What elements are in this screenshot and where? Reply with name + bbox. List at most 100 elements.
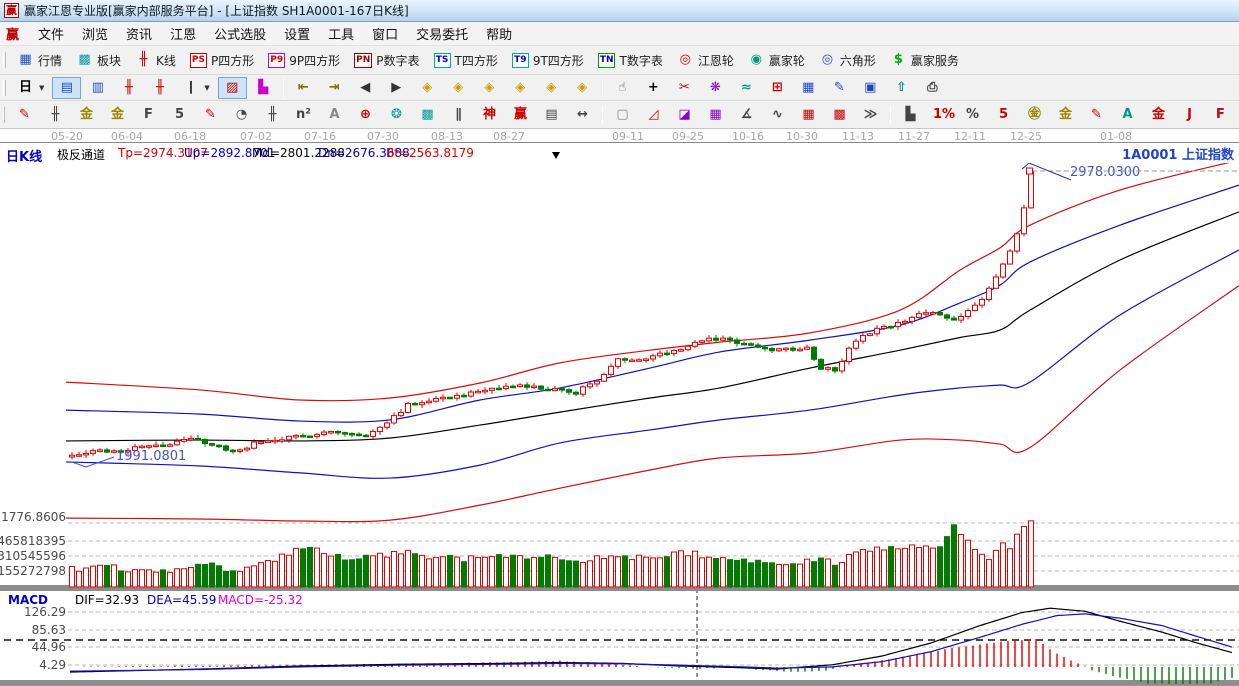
kline-chart[interactable]: 1776.8606465818395310545596155272798126.… [0, 163, 1239, 686]
gold-ratio-b-icon: 金 [109, 107, 126, 123]
candles-3-button[interactable]: ╫ [114, 77, 143, 99]
vscale-diamond-button[interactable]: ◈ [537, 77, 566, 99]
winner-service-button[interactable]: $赢家服务 [884, 49, 965, 72]
zoom-in-diamond-button[interactable]: ◈ [506, 77, 535, 99]
boxed-grid-web-button[interactable]: ▦ [701, 104, 730, 126]
scroll-right-diamond-button[interactable]: ◈ [444, 77, 473, 99]
fan-lines-button[interactable]: ◿ [639, 104, 668, 126]
chart-window-button[interactable]: ▤ [52, 77, 81, 99]
winner-wheel-button[interactable]: ◉赢家轮 [742, 49, 811, 72]
rect-select-button[interactable]: ▢ [608, 104, 637, 126]
gann-circle-button[interactable]: ⊕ [351, 104, 380, 126]
save-button[interactable]: ▣ [856, 77, 885, 99]
spider-web-button[interactable]: ❂ [382, 104, 411, 126]
angle-lines-button[interactable]: ∡ [732, 104, 761, 126]
pattern-box-button[interactable]: ▨ [218, 77, 247, 99]
print-button[interactable]: ⎙ [918, 77, 947, 99]
color-histogram-icon: ▙ [255, 80, 272, 96]
gold-ratio-a-button[interactable]: 金 [72, 104, 101, 126]
t-number-table-button[interactable]: TNT数字表 [592, 49, 669, 72]
angle-a-button[interactable]: A [320, 104, 349, 126]
parallel-marks-button[interactable]: ∥ [444, 104, 473, 126]
shen-tool-button[interactable]: 神 [475, 104, 504, 126]
notepad-button[interactable]: ✎ [825, 77, 854, 99]
price-grid-button[interactable]: ╫ [41, 104, 70, 126]
period-day-dropdown-button[interactable]: 日▼ [11, 77, 50, 99]
menu-item-3[interactable]: 江恩 [161, 21, 205, 46]
wave-line-button[interactable]: ∿ [763, 104, 792, 126]
red-grid-button[interactable]: ▦ [794, 104, 823, 126]
menu-item-7[interactable]: 窗口 [363, 21, 407, 46]
first-bar-button[interactable]: ⇤ [289, 77, 318, 99]
span-arrows-button[interactable]: ↔ [568, 104, 597, 126]
p-number-table-button[interactable]: PNP数字表 [348, 49, 425, 72]
menu-item-8[interactable]: 交易委托 [407, 21, 477, 46]
draw-pen-button[interactable]: ✎ [10, 104, 39, 126]
slash-lines-button[interactable]: ≫ [856, 104, 885, 126]
boxed-web-button[interactable]: ▩ [413, 104, 442, 126]
p-square-button[interactable]: PSP四方形 [184, 49, 260, 72]
menu-item-2[interactable]: 资讯 [117, 21, 161, 46]
knife-2-button[interactable]: ✎ [1082, 104, 1111, 126]
t9-square-button[interactable]: T99T四方形 [506, 49, 590, 72]
gold-circle-button[interactable]: ㊎ [1020, 104, 1049, 126]
measure-scissors-button[interactable]: ✂ [670, 77, 699, 99]
a-wave-button[interactable]: A [1113, 104, 1142, 126]
scroll-left-diamond-button[interactable]: ◈ [413, 77, 442, 99]
p9-square-button[interactable]: P99P四方形 [262, 49, 346, 72]
quotes-button[interactable]: ▦行情 [11, 49, 68, 72]
indicator-value-bt: Bt=2563.8179 [386, 146, 474, 160]
color-histogram-button[interactable]: ▙ [249, 77, 278, 99]
indicator-name[interactable]: 极反通道 [57, 146, 105, 163]
next-bar-button[interactable]: ▶ [382, 77, 411, 99]
time-clock-button[interactable]: ◔ [227, 104, 256, 126]
kline-button[interactable]: ╫K线 [129, 49, 182, 72]
ruler-123-button[interactable]: ▤ [537, 104, 566, 126]
fit-all-diamond-button[interactable]: ◈ [568, 77, 597, 99]
j-angle-button[interactable]: J [1175, 104, 1204, 126]
prev-bar-button[interactable]: ◀ [351, 77, 380, 99]
fibonacci-button[interactable]: F [134, 104, 163, 126]
export-web-button[interactable]: ⇧ [887, 77, 916, 99]
percent-button[interactable]: % [958, 104, 987, 126]
n-square-button[interactable]: n² [289, 104, 318, 126]
candles-9-button[interactable]: ╫ [145, 77, 174, 99]
t-square-button[interactable]: TST四方形 [428, 49, 504, 72]
calendar-button[interactable]: ⊞ [763, 77, 792, 99]
sectors-button[interactable]: ▩板块 [70, 49, 127, 72]
ying-tool-button[interactable]: 赢 [506, 104, 535, 126]
menu-item-9[interactable]: 帮助 [477, 21, 521, 46]
red-grid-2-button[interactable]: ▩ [825, 104, 854, 126]
gold-lines-button[interactable]: 金 [1051, 104, 1080, 126]
window-titlebar[interactable]: 赢 赢家江恩专业版[赢家内部服务平台] - [上证指数 SH1A0001-167… [0, 0, 1239, 22]
zoom-out-diamond-button[interactable]: ◈ [475, 77, 504, 99]
wave-tool-button[interactable]: ≈ [732, 77, 761, 99]
menu-item-1[interactable]: 浏览 [73, 21, 117, 46]
last-bar-button[interactable]: ⇥ [320, 77, 349, 99]
date-tick-label: 09-25 [672, 130, 704, 143]
one-percent-button[interactable]: 1% [927, 104, 956, 126]
calculator-button[interactable]: ▦ [794, 77, 823, 99]
draw-knife-button[interactable]: ✎ [196, 104, 225, 126]
volume-profile-button[interactable]: ▙ [896, 104, 925, 126]
gann-flower-button[interactable]: ❋ [701, 77, 730, 99]
menu-item-6[interactable]: 工具 [319, 21, 363, 46]
f-angle-button[interactable]: F [1206, 104, 1235, 126]
date-tick-label: 09-11 [612, 130, 644, 143]
gold-red-button[interactable]: 金 [1144, 104, 1173, 126]
pan-hand-button[interactable]: ☝ [608, 77, 637, 99]
single-candle-dropdown-button[interactable]: ∣▼ [176, 77, 215, 99]
menu-item-0[interactable]: 文件 [29, 21, 73, 46]
hexagon-button[interactable]: ◎六角形 [813, 49, 882, 72]
time-grid-button[interactable]: ╫ [258, 104, 287, 126]
toolbar-grip [3, 52, 6, 68]
five-line-button[interactable]: 5 [989, 104, 1018, 126]
crosshair-button[interactable]: + [639, 77, 668, 99]
menu-item-4[interactable]: 公式选股 [205, 21, 275, 46]
menu-item-5[interactable]: 设置 [275, 21, 319, 46]
quote-page-button[interactable]: ▥ [83, 77, 112, 99]
boxed-fan-button[interactable]: ◪ [670, 104, 699, 126]
gold-ratio-b-button[interactable]: 金 [103, 104, 132, 126]
gann-wheel-button[interactable]: ◎江恩轮 [671, 49, 740, 72]
spiral-5-button[interactable]: 5 [165, 104, 194, 126]
